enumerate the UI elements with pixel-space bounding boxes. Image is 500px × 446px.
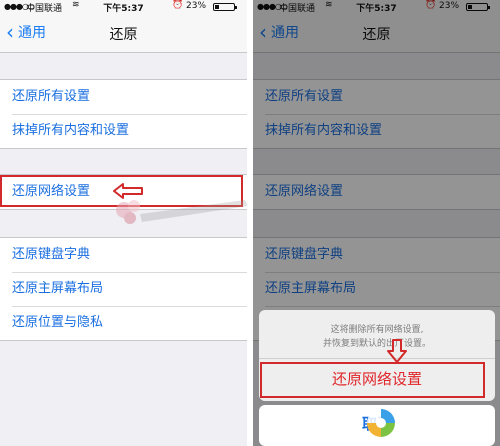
erase-all-content-cell[interactable]: 抹掉所有内容和设置	[0, 114, 247, 148]
watermark-flower-icon	[116, 200, 247, 224]
reset-home-screen-layout-cell[interactable]: 还原主屏幕布局	[0, 272, 247, 306]
right-phone-screen: ●●●○○ 中国联通 ≋ 下午5:37 ⏰ 23% ‹ 通用 还原 还原所有设置…	[253, 0, 500, 446]
confirm-highlight-box	[260, 362, 485, 398]
action-sheet-message-line1: 这将删除所有网络设置,	[330, 325, 424, 335]
status-time: 下午5:37	[103, 4, 144, 14]
reset-all-settings-cell[interactable]: 还原所有设置	[0, 80, 247, 114]
arrow-down-icon	[387, 339, 407, 363]
settings-group-3: 还原键盘字典 还原主屏幕布局 还原位置与隐私	[0, 237, 247, 341]
navigation-bar: ‹ 通用 还原	[0, 14, 247, 53]
status-bar: ●●●○○ 中国联通 ≋ 下午5:37 ⏰ 23%	[0, 0, 247, 14]
reset-keyboard-dictionary-cell[interactable]: 还原键盘字典	[0, 238, 247, 272]
screenshot-comparison: ●●●○○ 中国联通 ≋ 下午5:37 ⏰ 23% ‹ 通用 还原 还原所有设置…	[0, 0, 500, 446]
watermark-brand: 优优下载	[366, 402, 500, 446]
brand-logo-icon	[367, 409, 395, 437]
left-phone-screen: ●●●○○ 中国联通 ≋ 下午5:37 ⏰ 23% ‹ 通用 还原 还原所有设置…	[0, 0, 247, 446]
settings-group-1: 还原所有设置 抹掉所有内容和设置	[0, 79, 247, 149]
battery-percent: 23%	[186, 1, 207, 11]
alarm-icon: ⏰	[172, 0, 184, 10]
battery-icon	[213, 3, 237, 11]
action-sheet-message-line2: 并恢复到默认的出厂设置。	[322, 339, 431, 349]
watermark-text: 优优下载	[402, 413, 483, 435]
reset-location-privacy-cell[interactable]: 还原位置与隐私	[0, 306, 247, 340]
page-title: 还原	[109, 27, 138, 43]
